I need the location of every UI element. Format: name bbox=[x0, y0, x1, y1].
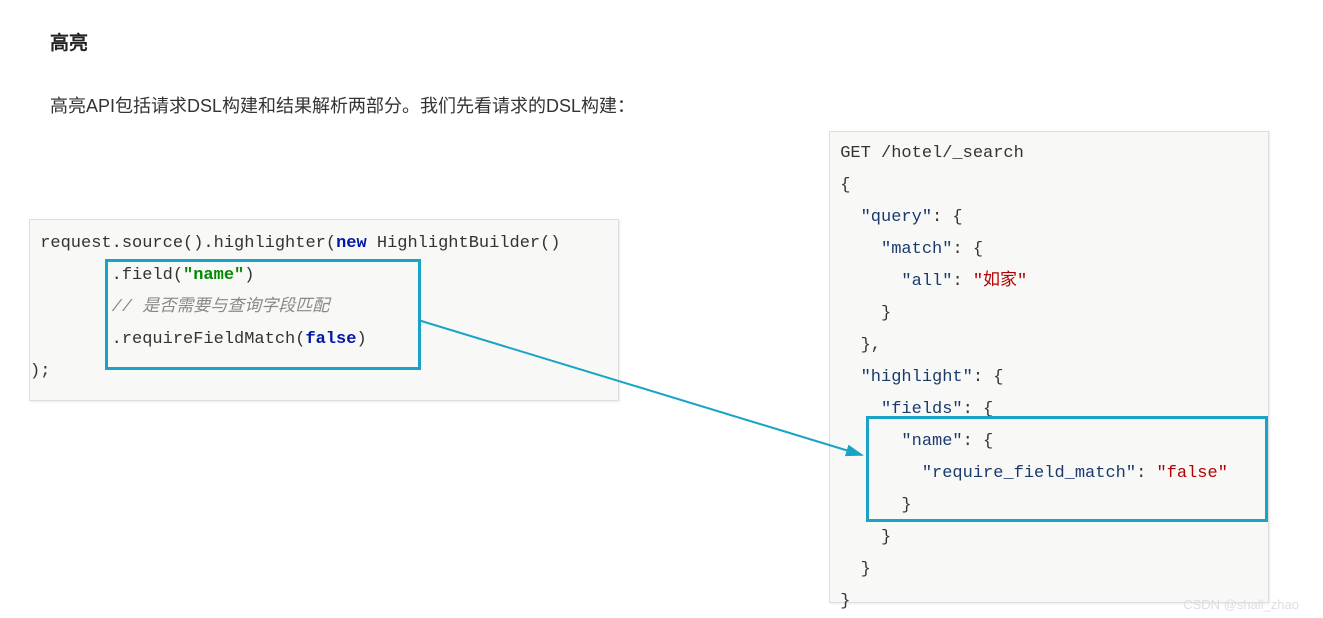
intro-paragraph: 高亮API包括请求DSL构建和结果解析两部分。我们先看请求的DSL构建： bbox=[50, 92, 635, 118]
code-text: request.source().highlighter(new Highlig… bbox=[30, 234, 561, 381]
code-text: GET /hotel/_search { "query": { "match":… bbox=[830, 144, 1228, 611]
watermark: CSDN @shall_zhao bbox=[1183, 597, 1299, 612]
section-heading: 高亮 bbox=[50, 28, 88, 55]
dsl-code-block: GET /hotel/_search { "query": { "match":… bbox=[829, 131, 1269, 603]
java-code-block: request.source().highlighter(new Highlig… bbox=[29, 219, 619, 401]
